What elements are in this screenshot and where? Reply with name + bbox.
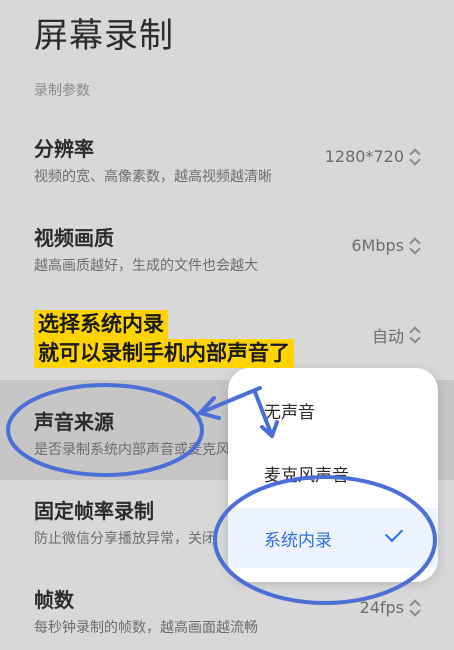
setting-desc: 防止微信分享播放异常，关闭 <box>34 531 216 547</box>
setting-title: 声音来源 <box>34 410 114 434</box>
setting-value: 自动 <box>371 327 404 346</box>
setting-quality[interactable]: 视频画质 越高画质越好，生成的文件也会越大 6Mbps <box>0 222 454 282</box>
chevron-updown-icon <box>410 238 420 254</box>
section-label: 录制参数 <box>34 83 90 99</box>
setting-value: 24fps <box>359 598 404 617</box>
setting-desc: 视频的宽、高像素数，越高视频越清晰 <box>34 169 272 185</box>
annotation-line-2: 就可以录制手机内部声音了 <box>34 339 294 368</box>
setting-title: 固定帧率录制 <box>34 499 154 523</box>
option-label: 系统内录 <box>264 530 332 551</box>
page-title: 屏幕录制 <box>34 16 174 56</box>
annotation-callout: 选择系统内录 就可以录制手机内部声音了 <box>34 310 294 368</box>
audio-source-popup: 无声音 麦克风声音 系统内录 <box>228 368 438 582</box>
setting-desc: 越高画质越好，生成的文件也会越大 <box>34 258 258 274</box>
setting-title: 帧数 <box>34 588 74 612</box>
check-icon <box>384 523 404 543</box>
popup-option-system-internal[interactable]: 系统内录 <box>228 508 438 568</box>
setting-desc: 每秒钟录制的帧数，越高画面越流畅 <box>34 620 258 636</box>
setting-framerate[interactable]: 帧数 每秒钟录制的帧数，越高画面越流畅 24fps <box>0 584 454 644</box>
option-label: 无声音 <box>264 402 315 423</box>
setting-value-selector[interactable]: 1280*720 <box>325 147 420 166</box>
popup-option-microphone[interactable]: 麦克风声音 <box>228 443 438 503</box>
annotation-line-1: 选择系统内录 <box>34 310 168 339</box>
setting-desc: 是否录制系统内部声音或麦克风 <box>34 442 230 458</box>
setting-value-selector[interactable]: 24fps <box>360 598 420 617</box>
setting-title: 分辨率 <box>34 137 94 161</box>
setting-value-selector[interactable]: 6Mbps <box>351 236 420 255</box>
option-label: 麦克风声音 <box>264 465 349 486</box>
chevron-updown-icon <box>410 600 420 616</box>
chevron-updown-icon <box>410 149 420 165</box>
setting-value: 1280*720 <box>324 147 404 166</box>
setting-resolution[interactable]: 分辨率 视频的宽、高像素数，越高视频越清晰 1280*720 <box>0 133 454 193</box>
popup-option-no-sound[interactable]: 无声音 <box>228 380 438 440</box>
setting-title: 视频画质 <box>34 226 114 250</box>
setting-value: 6Mbps <box>351 236 404 255</box>
setting-value-selector[interactable]: 自动 <box>372 323 420 347</box>
chevron-updown-icon <box>410 327 420 343</box>
